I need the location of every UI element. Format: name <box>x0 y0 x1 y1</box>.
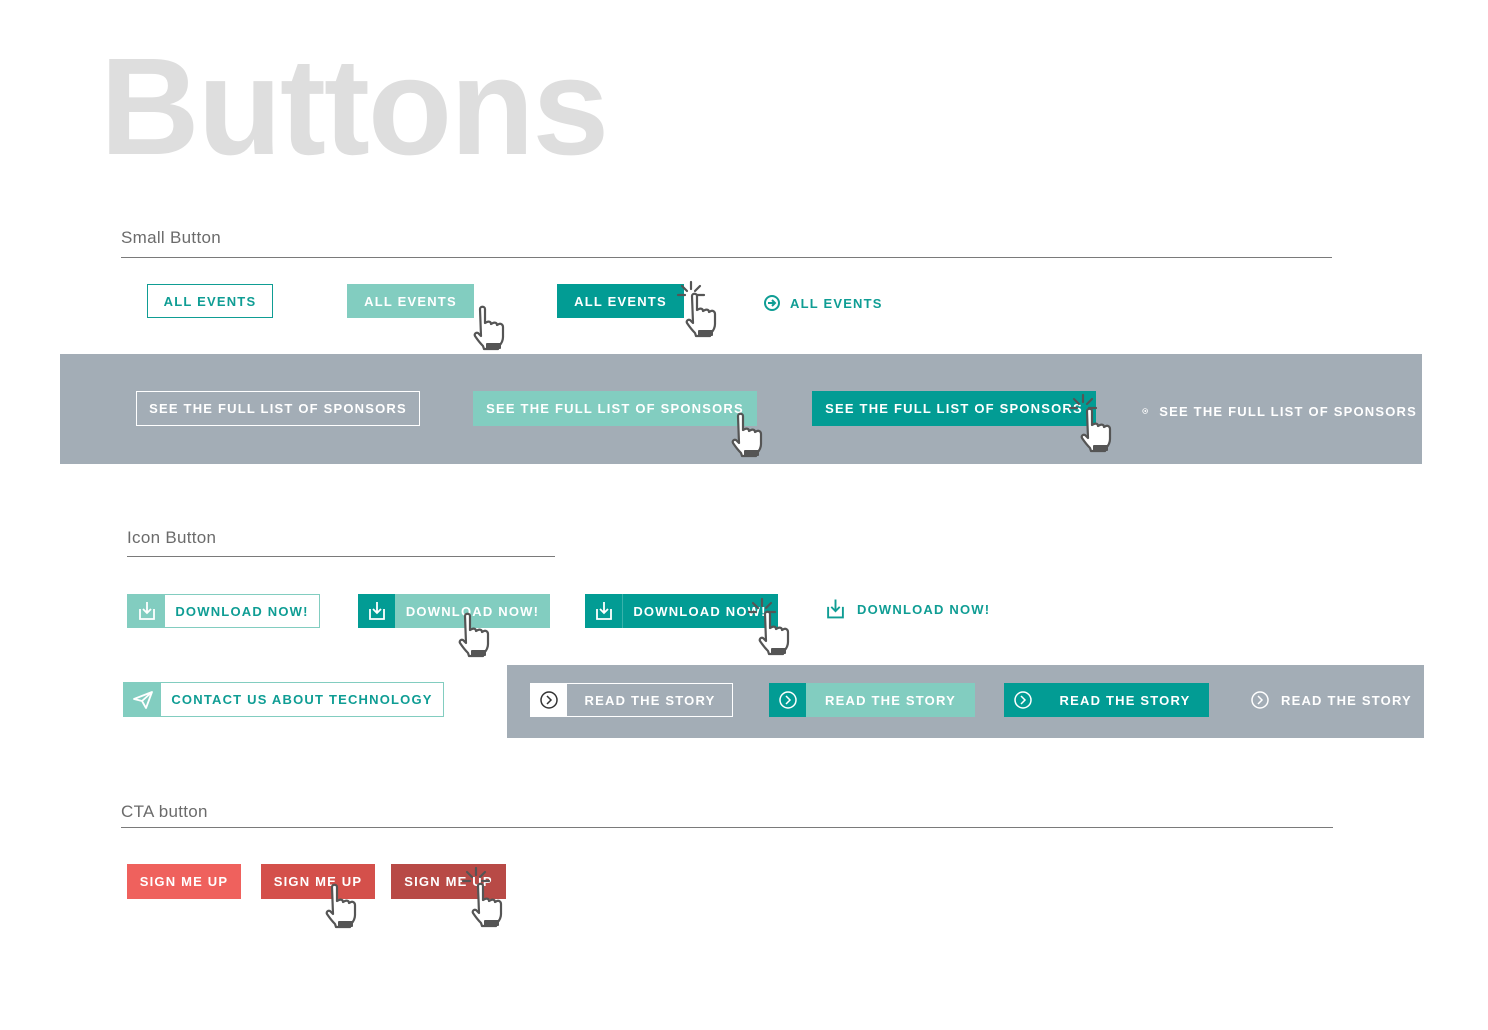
download-icon <box>138 602 155 620</box>
sponsors-hover-button[interactable]: SEE THE FULL LIST OF SPONSORS <box>473 391 757 426</box>
download-link-label: DOWNLOAD NOW! <box>857 601 991 617</box>
read-story-hover-button[interactable]: READ THE STORY <box>769 683 975 717</box>
download-icon <box>827 599 844 619</box>
section-label-cta: CTA button <box>121 802 208 821</box>
sign-me-up-button[interactable]: SIGN ME UP <box>127 864 241 899</box>
read-story-active-label: READ THE STORY <box>1059 692 1191 708</box>
section-divider <box>121 827 1333 828</box>
read-story-hover-label: READ THE STORY <box>825 692 956 708</box>
download-outline-button[interactable]: DOWNLOAD NOW! <box>127 594 320 628</box>
section-divider <box>127 556 555 557</box>
download-hover-button[interactable]: DOWNLOAD NOW! <box>358 594 550 628</box>
download-link-button[interactable]: DOWNLOAD NOW! <box>826 596 996 622</box>
all-events-hover-button[interactable]: ALL EVENTS <box>347 284 474 318</box>
chevron-circle-icon <box>778 691 797 709</box>
all-events-outline-button[interactable]: ALL EVENTS <box>147 284 273 318</box>
sponsors-link-button[interactable]: SEE THE FULL LIST OF SPONSORS <box>1142 400 1417 422</box>
download-icon <box>595 602 612 620</box>
hand-cursor-icon <box>322 883 362 929</box>
download-icon-box <box>358 594 395 628</box>
chevron-circle-icon <box>1013 691 1032 709</box>
download-icon-box <box>585 594 623 628</box>
read-story-outline-button[interactable]: READ THE STORY <box>530 683 733 717</box>
chevron-circle-icon <box>1251 691 1269 709</box>
read-story-link-label: READ THE STORY <box>1281 692 1412 708</box>
chevron-circle-icon <box>540 691 558 709</box>
chevron-circle-icon-box <box>769 683 806 717</box>
hand-cursor-icon <box>470 305 510 351</box>
paper-plane-icon <box>132 690 153 709</box>
all-events-link-button[interactable]: ALL EVENTS <box>763 292 903 314</box>
contact-technology-label: CONTACT US ABOUT TECHNOLOGY <box>171 692 433 707</box>
sponsors-active-button[interactable]: SEE THE FULL LIST OF SPONSORS <box>812 391 1096 426</box>
click-cursor-icon <box>1077 407 1117 453</box>
arrow-circle-icon <box>1142 408 1148 414</box>
paper-plane-icon-box <box>124 683 161 716</box>
download-icon <box>368 602 385 620</box>
contact-technology-button[interactable]: CONTACT US ABOUT TECHNOLOGY <box>123 682 444 717</box>
page-title: Buttons <box>100 30 609 184</box>
sponsors-link-label: SEE THE FULL LIST OF SPONSORS <box>1159 403 1417 419</box>
read-story-active-button[interactable]: READ THE STORY <box>1004 683 1209 717</box>
section-label-icon: Icon Button <box>127 528 217 547</box>
click-cursor-icon <box>682 292 722 338</box>
section-label-small: Small Button <box>121 228 221 247</box>
read-story-link-button[interactable]: READ THE STORY <box>1250 689 1415 711</box>
download-icon-box <box>128 595 165 627</box>
read-story-outline-label: READ THE STORY <box>584 692 716 708</box>
arrow-circle-icon <box>764 295 780 311</box>
hand-cursor-icon <box>455 612 495 658</box>
chevron-circle-icon-box <box>531 684 567 716</box>
click-cursor-icon <box>755 610 795 656</box>
hand-cursor-icon <box>728 412 768 458</box>
all-events-link-label: ALL EVENTS <box>790 295 883 311</box>
chevron-circle-icon-box <box>1004 683 1041 717</box>
click-cursor-icon <box>468 882 508 928</box>
section-divider <box>121 257 1332 258</box>
all-events-active-button[interactable]: ALL EVENTS <box>557 284 684 318</box>
download-outline-label: DOWNLOAD NOW! <box>175 603 309 619</box>
sponsors-outline-button[interactable]: SEE THE FULL LIST OF SPONSORS <box>136 391 420 426</box>
